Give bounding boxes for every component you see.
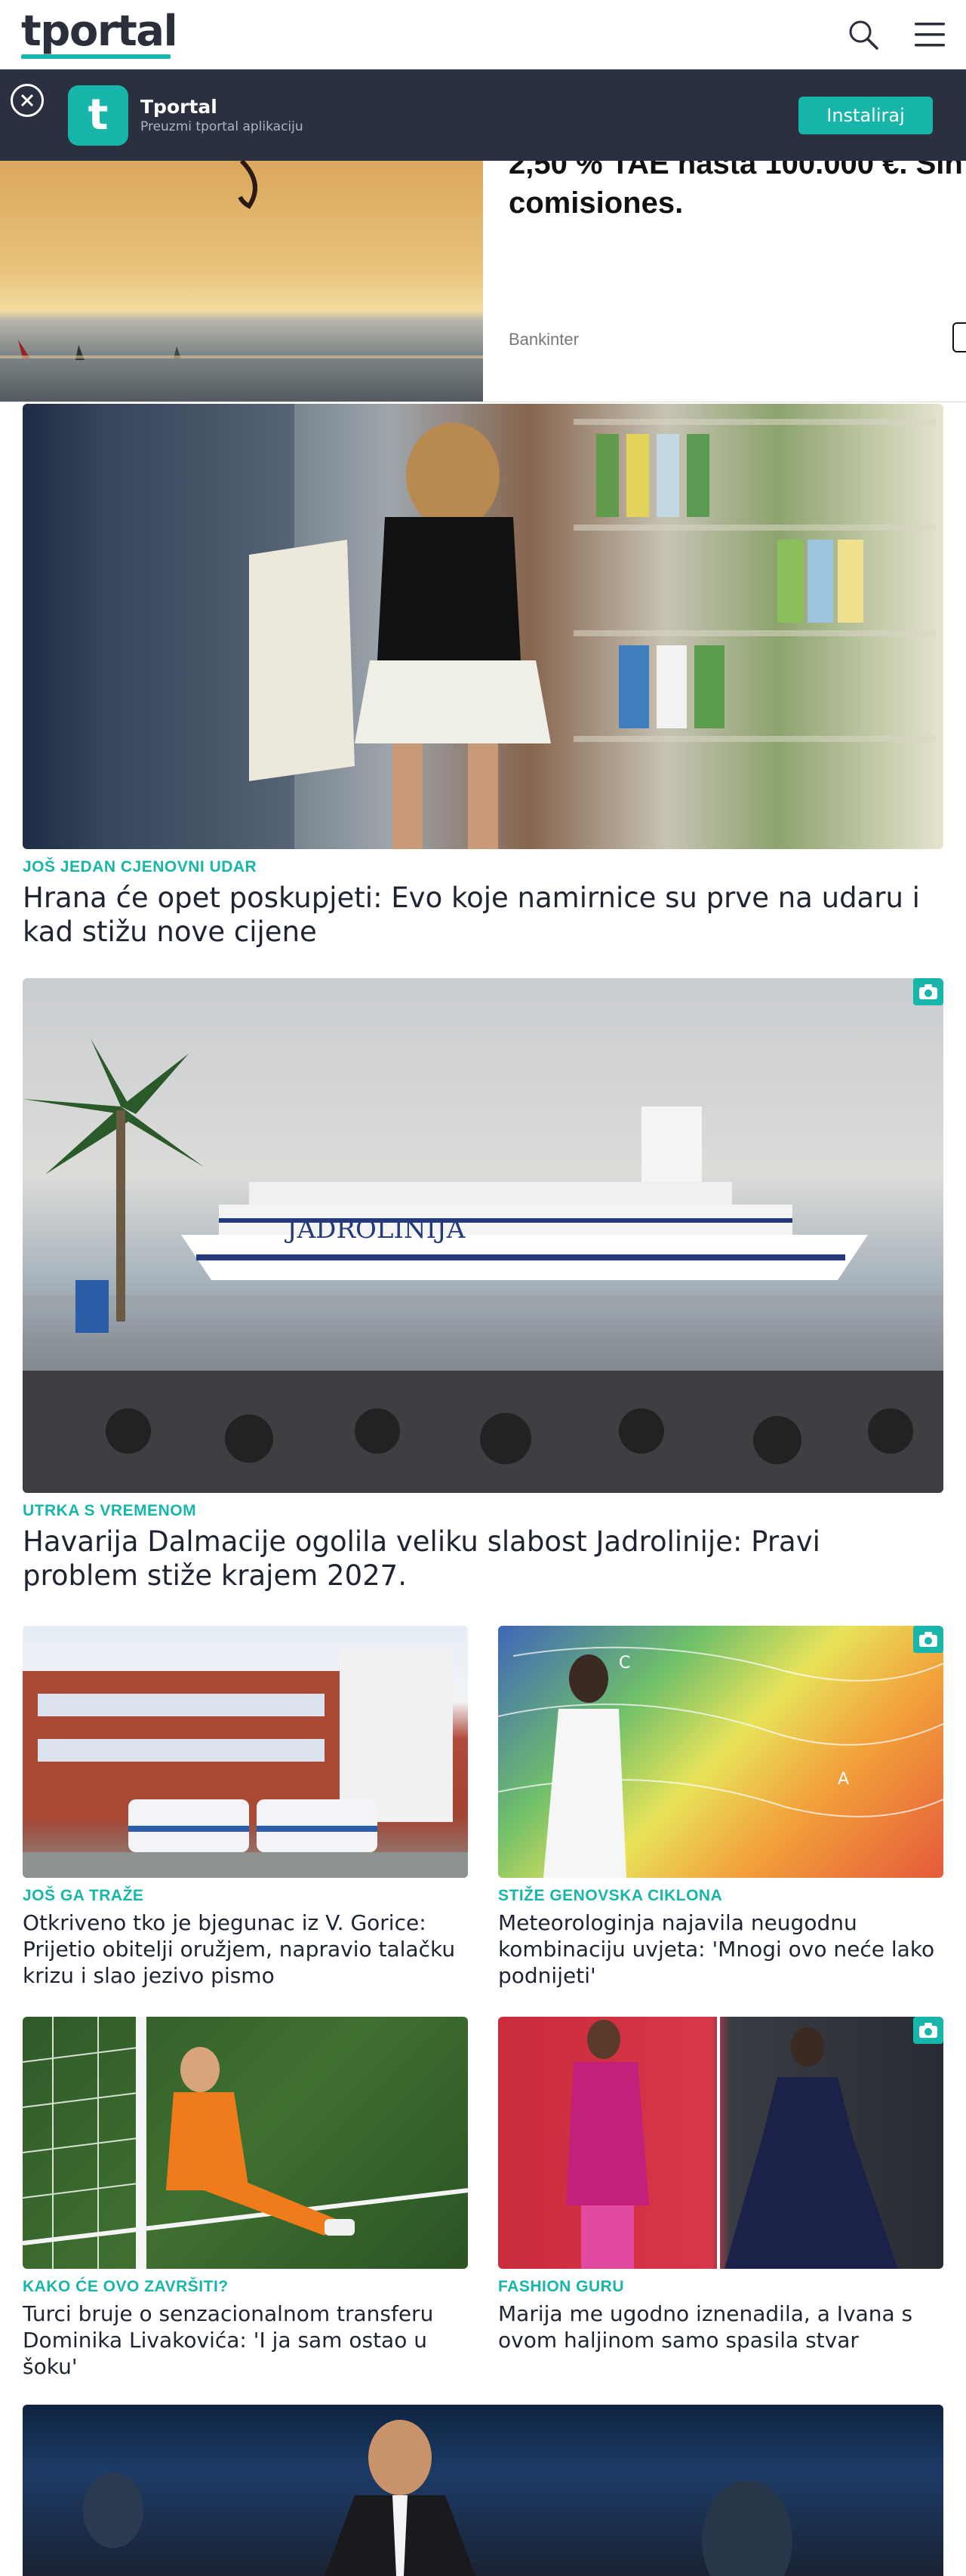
article-kicker: Još jedan cjenovni udar <box>23 858 257 876</box>
ad-brand: Bankinter <box>509 330 579 349</box>
article-kicker: Stiže genovska ciklona <box>498 1887 723 1904</box>
search-icon[interactable] <box>847 18 880 51</box>
article-photo-fashion[interactable] <box>498 2017 943 2269</box>
app-name: Tportal <box>140 96 217 118</box>
article-kicker: Još ga traže <box>23 1887 144 1904</box>
article-title[interactable]: Marija me ugodno iznenadila, a Ivana s o… <box>498 2301 943 2353</box>
article-card[interactable]: JADROLINIJA Utrka s vremenom Havarija Da… <box>23 978 943 1593</box>
article-photo-weather[interactable]: C A <box>498 1626 943 1878</box>
ferry-name-text: JADROLINIJA <box>285 1214 466 1245</box>
tportal-logo[interactable]: tportal <box>21 6 178 59</box>
ad-headline-line2: comisiones. <box>509 186 684 220</box>
camera-icon <box>913 1626 943 1653</box>
advertisement[interactable]: 2,50 % TAE hasta 100.000 €. Sin comision… <box>0 161 966 402</box>
camera-icon <box>913 2017 943 2044</box>
app-install-banner: t Tportal Preuzmi tportal aplikaciju Ins… <box>0 69 966 161</box>
article-photo-supermarket[interactable] <box>23 404 943 849</box>
article-title[interactable]: Meteorologinja najavila neugodnu kombina… <box>498 1910 943 1989</box>
header-icons <box>847 18 946 51</box>
camera-icon <box>913 978 943 1005</box>
app-subtitle: Preuzmi tportal aplikaciju <box>140 119 303 134</box>
article-photo-police[interactable] <box>23 1626 468 1878</box>
ad-cta-button[interactable] <box>952 322 966 352</box>
site-header: tportal <box>0 0 966 69</box>
logo-text: tportal <box>21 6 178 56</box>
article-card[interactable]: C A Stiže genovska ciklona Meteorologinj… <box>498 1626 943 1989</box>
article-title[interactable]: Havarija Dalmacije ogolila veliku slabos… <box>23 1525 943 1593</box>
article-title[interactable]: Hrana će opet poskupjeti: Evo koje namir… <box>23 881 943 949</box>
app-info: Tportal Preuzmi tportal aplikaciju <box>140 96 303 134</box>
article-card[interactable]: Fashion guru Marija me ugodno iznenadila… <box>498 2017 943 2353</box>
ad-image <box>0 161 483 402</box>
article-card[interactable]: Još ga traže Otkriveno tko je bjegunac i… <box>23 1626 468 1989</box>
article-kicker: Kako će ovo završiti? <box>23 2278 229 2295</box>
article-photo-ferry[interactable]: JADROLINIJA <box>23 978 943 1493</box>
article-title[interactable]: Otkriveno tko je bjegunac iz V. Gorice: … <box>23 1910 468 1989</box>
article-card[interactable]: Kako će ovo završiti? Turci bruje o senz… <box>23 2017 468 2380</box>
app-icon: t <box>68 85 128 146</box>
menu-icon[interactable] <box>913 18 946 51</box>
ad-headline-line1: 2,50 % TAE hasta 100.000 €. Sin <box>509 161 963 180</box>
article-card[interactable] <box>23 2405 943 2576</box>
logo-underline <box>21 54 171 59</box>
pressure-low-label: C <box>619 1654 630 1673</box>
article-kicker: Utrka s vremenom <box>23 1502 197 1519</box>
article-title[interactable]: Turci bruje o senzacionalnom transferu D… <box>23 2301 468 2380</box>
article-photo-coach[interactable] <box>23 2405 943 2576</box>
article-card[interactable]: Još jedan cjenovni udar Hrana će opet po… <box>23 404 943 949</box>
ad-headline: 2,50 % TAE hasta 100.000 €. Sin comision… <box>509 161 966 223</box>
article-kicker: Fashion guru <box>498 2278 625 2295</box>
close-icon[interactable] <box>11 83 44 117</box>
article-photo-goalkeeper[interactable] <box>23 2017 468 2269</box>
page: tportal t Tportal Preuzmi tportal aplika… <box>0 0 966 2576</box>
pressure-high-label: A <box>838 1770 849 1789</box>
install-button[interactable]: Instaliraj <box>798 96 933 134</box>
